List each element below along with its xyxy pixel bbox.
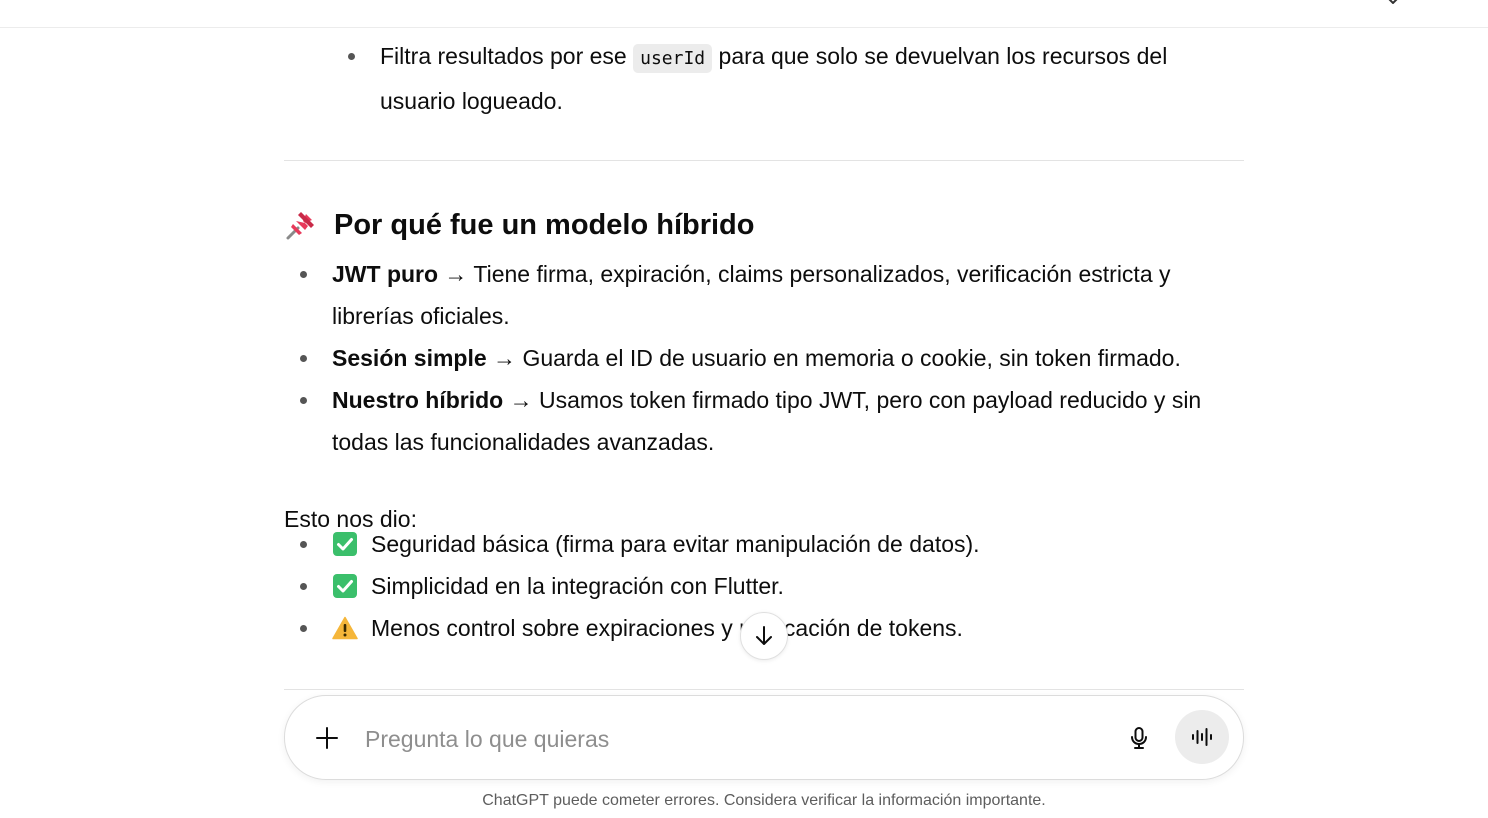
list-item: Sesión simple → Guarda el ID de usuario … [300, 337, 1244, 379]
microphone-icon [1131, 727, 1147, 749]
disclaimer-text: ChatGPT puede cometer errores. Considera… [482, 792, 1046, 809]
list-item: Menos control sobre expiraciones y revoc… [300, 607, 1244, 649]
pushpin-icon [286, 212, 314, 240]
composer-divider [284, 689, 1244, 690]
results-list: Seguridad básica (firma para evitar mani… [300, 523, 1244, 649]
section-heading: Por qué fue un modelo híbrido [284, 205, 755, 245]
voice-mode-button[interactable] [1175, 710, 1229, 764]
model-name: Sesión simple [332, 345, 487, 371]
arrow-down-icon [756, 626, 772, 645]
message-composer [284, 695, 1244, 780]
list-item: Seguridad básica (firma para evitar mani… [300, 523, 1244, 565]
result-text: Menos control sobre expiraciones y revoc… [371, 615, 963, 641]
list-item: Simplicidad en la integración con Flutte… [300, 565, 1244, 607]
list-item: Filtra resultados por ese userId para qu… [348, 35, 1220, 122]
result-text: Simplicidad en la integración con Flutte… [371, 573, 784, 599]
list-item: JWT puro → Tiene firma, expiración, clai… [300, 253, 1244, 337]
list-item-text: Filtra resultados por ese [380, 43, 634, 69]
model-name: Nuestro híbrido [332, 387, 504, 413]
check-mark-button-icon [332, 573, 358, 599]
model-desc: → Guarda el ID de usuario en memoria o c… [486, 345, 1181, 371]
scroll-to-bottom-button[interactable] [740, 612, 788, 660]
plus-icon [316, 727, 338, 749]
add-attachment-button[interactable] [309, 720, 345, 756]
dictate-button[interactable] [1121, 720, 1157, 756]
top-bar [0, 0, 1488, 28]
models-list: JWT puro → Tiene firma, expiración, clai… [300, 253, 1244, 463]
list-item: Nuestro híbrido → Usamos token firmado t… [300, 379, 1244, 463]
warning-icon [332, 615, 358, 641]
section-title: Por qué fue un modelo híbrido [334, 208, 755, 241]
model-name: JWT puro [332, 261, 439, 287]
check-mark-button-icon [332, 531, 358, 557]
inline-code: userId [633, 44, 713, 73]
voice-waveform-icon [1192, 728, 1212, 746]
prompt-input[interactable] [363, 718, 1107, 760]
section-divider [284, 160, 1244, 161]
result-text: Seguridad básica (firma para evitar mani… [371, 531, 980, 557]
model-desc: → Tiene firma, expiración, claims person… [332, 261, 1171, 329]
chevron-icon[interactable] [1386, 0, 1400, 4]
